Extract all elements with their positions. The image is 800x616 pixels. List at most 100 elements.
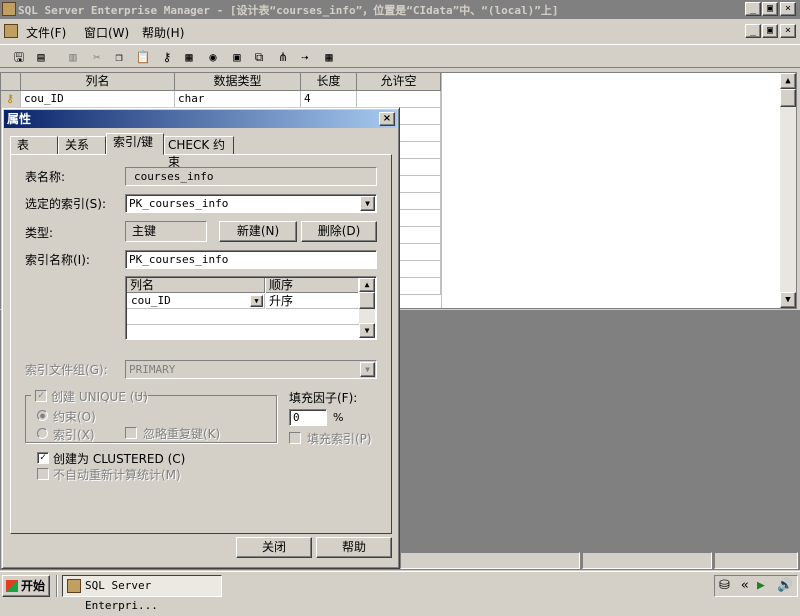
child-minimize-button[interactable]: _ [745,24,761,38]
grid-cell-name[interactable]: cou_ID [21,91,175,108]
column-header-length[interactable]: 长度 [301,73,357,91]
dialog-close-icon[interactable]: × [379,112,395,126]
manage-constraints-icon[interactable]: ▣ [228,48,246,66]
dialog-help-button[interactable]: 帮助 [316,537,392,558]
index-empty-row[interactable] [127,310,359,325]
main-window-titlebar: SQL Server Enterprise Manager - [设计表“cou… [0,0,800,19]
pad-index-checkbox[interactable] [289,432,301,444]
index-column-value: cou_ID [131,294,171,307]
filegroup-label: 索引文件组(G): [25,363,108,377]
start-button[interactable]: 开始 [2,575,50,597]
child-close-button[interactable]: × [780,24,796,38]
menu-help[interactable]: 帮助(H) [142,24,184,41]
primary-key-icon[interactable]: ⚷ [158,48,176,66]
no-recompute-checkbox[interactable] [37,468,49,480]
dialog-title: 属性 [7,112,32,126]
index-name-input[interactable]: PK_courses_info [125,250,377,269]
close-button[interactable]: × [780,2,796,16]
selected-index-label: 选定的索引(S): [25,197,107,211]
volume-icon[interactable]: 🔊 [777,578,793,593]
column-header-name[interactable]: 列名 [21,73,175,91]
index-name-value: PK_courses_info [129,253,229,266]
pad-index-label: 填充索引(P) [307,432,372,446]
paste-icon[interactable]: 📋 [134,48,152,66]
toolbar: 🖫 ▤ ▥ ✂ ❐ 📋 ⚷ ▦ ◉ ▣ ⧉ ⋔ ⇢ ▦ [0,44,800,68]
constraint-radio[interactable]: ● [37,410,48,421]
delete-index-button[interactable]: 删除(D) [301,221,377,242]
insert-column-icon[interactable]: ▥ [64,48,82,66]
generate-script-icon[interactable]: ⇢ [296,48,314,66]
scroll-thumb[interactable] [780,89,796,107]
index-grid-scrollbar[interactable]: ▲ ▼ [359,278,375,338]
type-label: 类型: [25,226,54,240]
type-value: 主键 [132,224,157,238]
ignore-dup-checkbox[interactable] [125,427,137,439]
selected-index-combo[interactable]: PK_courses_info ▼ [125,194,377,213]
taskbar-item-enterprise-manager[interactable]: SQL Server Enterpri... [62,575,222,612]
child-restore-button[interactable]: ▣ [762,24,778,38]
chevron-down-icon[interactable]: ▼ [360,196,375,211]
tab-check-constraints[interactable]: CHECK 约束 [164,136,234,169]
dialog-close-button[interactable]: 关闭 [236,537,312,558]
table-name-field: courses_info [125,167,377,186]
status-pane [714,552,798,569]
tab-table[interactable]: 表 [10,136,58,155]
menu-window[interactable]: 窗口(W) [84,24,129,41]
sql-agent-icon[interactable]: ⛁ [719,578,730,593]
window-title: SQL Server Enterprise Manager - [设计表“cou… [18,4,559,17]
no-recompute-label: 不自动重新计算统计(M) [53,468,181,482]
service-manager-icon[interactable]: ▶ [757,578,765,593]
maximize-button[interactable]: ▣ [762,2,778,16]
create-unique-row[interactable]: ✓ 创建 UNIQUE (U) [31,389,148,404]
scroll-up-arrow-icon[interactable]: ▲ [359,278,375,292]
windows-logo-icon [6,580,18,592]
dependencies-icon[interactable]: ⋔ [274,48,292,66]
index-radio[interactable] [37,428,48,439]
column-header-nullable[interactable]: 允许空 [357,73,441,91]
cut-icon[interactable]: ✂ [88,48,106,66]
properties-icon[interactable]: ▤ [32,48,50,66]
index-col-header-name: 列名 [127,278,265,293]
fill-factor-input[interactable]: 0 [289,409,327,426]
create-unique-label: 创建 UNIQUE (U) [51,390,148,404]
row-selector[interactable]: ⚷ [1,91,21,108]
tab-relationships[interactable]: 关系 [58,136,106,155]
taskbar-item-label: SQL Server Enterpri... [85,579,158,612]
expand-tray-icon[interactable]: « [741,578,749,593]
manage-relationships-icon[interactable]: ◉ [204,48,222,66]
status-pane [400,552,580,569]
index-columns-grid: 列名 顺序 cou_ID ▼ 升序 ▲ ▼ [125,276,377,340]
menu-file[interactable]: 文件(F) [26,24,66,41]
manage-indexes-icon[interactable]: ▦ [180,48,198,66]
index-empty-row[interactable] [127,326,359,338]
grid-cell-nullable[interactable] [357,91,441,108]
new-index-button[interactable]: 新建(N) [219,221,297,242]
save-icon[interactable]: 🖫 [10,48,28,66]
column-header-datatype[interactable]: 数据类型 [175,73,301,91]
scroll-down-arrow-icon[interactable]: ▼ [359,323,375,338]
grid-cell-length[interactable]: 4 [301,91,357,108]
grid-view-icon[interactable]: ▦ [320,48,338,66]
index-radio-label: 索引(X) [53,428,95,442]
quicklaunch-divider [56,575,58,597]
row-header-corner [1,73,21,91]
scroll-down-arrow-icon[interactable]: ▼ [780,292,796,308]
vertical-scrollbar[interactable]: ▲ ▼ [780,73,796,308]
manage-triggers-icon[interactable]: ⧉ [250,48,268,66]
chevron-down-icon[interactable]: ▼ [250,295,263,307]
scroll-thumb[interactable] [359,292,375,309]
grid-cell-type[interactable]: char [175,91,301,108]
index-column-cell[interactable]: cou_ID ▼ [127,294,265,309]
index-order-cell[interactable]: 升序 [266,294,358,309]
dialog-titlebar: 属性 × [4,110,397,128]
chevron-down-icon[interactable]: ▼ [360,362,375,377]
filegroup-combo[interactable]: PRIMARY ▼ [125,360,377,379]
minimize-button[interactable]: _ [745,2,761,16]
app-icon [2,2,16,16]
copy-icon[interactable]: ❐ [110,48,128,66]
tab-indexes-keys[interactable]: 索引/键 [106,133,164,155]
type-field: 主键 [125,221,207,242]
create-unique-checkbox[interactable]: ✓ [35,390,47,402]
clustered-checkbox[interactable]: ✓ [37,452,49,464]
scroll-up-arrow-icon[interactable]: ▲ [780,73,796,89]
